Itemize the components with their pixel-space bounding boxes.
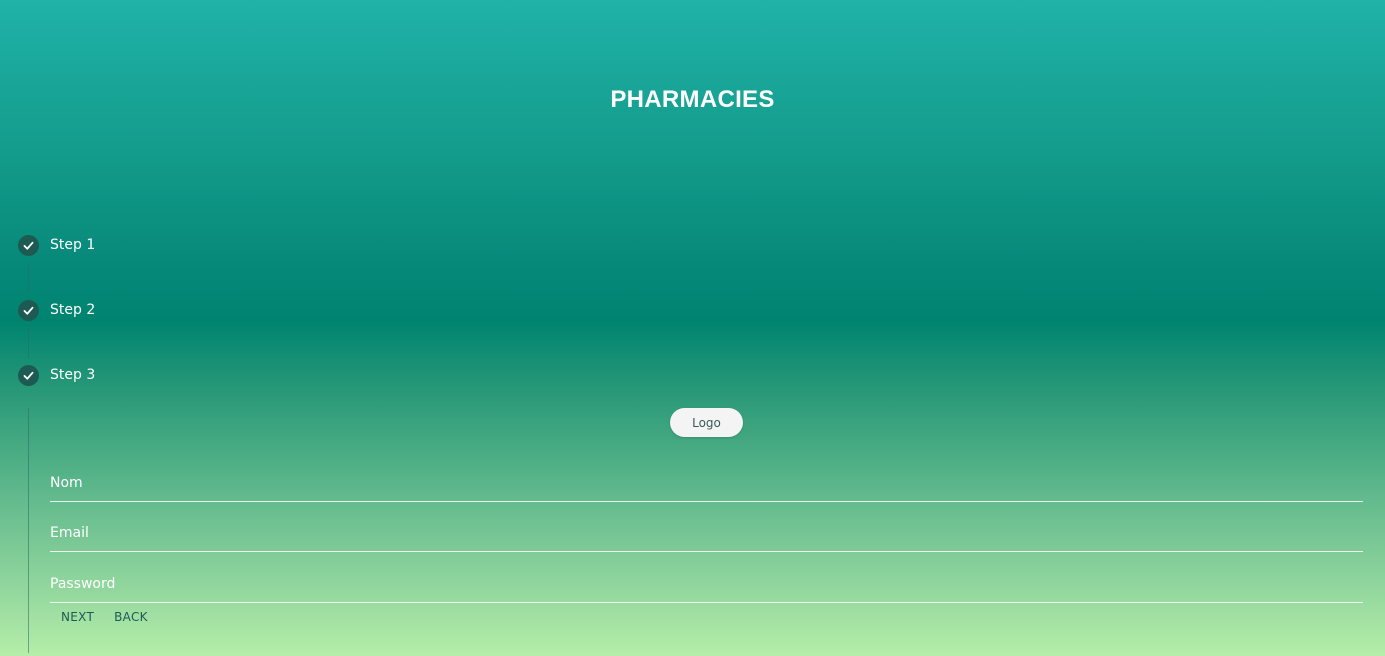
step-connector <box>28 328 29 358</box>
back-button[interactable]: BACK <box>105 606 157 628</box>
nom-input[interactable] <box>50 465 1367 503</box>
email-input[interactable] <box>50 515 1367 553</box>
step-actions: NEXT BACK <box>52 606 157 628</box>
step-3[interactable]: Step 3 <box>18 364 95 386</box>
step-content-line <box>28 408 29 653</box>
step-2[interactable]: Step 2 <box>18 299 95 321</box>
page-title: PHARMACIES <box>610 86 775 113</box>
check-icon <box>18 299 39 321</box>
step-1[interactable]: Step 1 <box>18 234 95 256</box>
next-button[interactable]: NEXT <box>52 606 103 628</box>
step-connector <box>28 263 29 293</box>
check-icon <box>18 234 39 256</box>
step-label: Step 1 <box>50 237 96 253</box>
password-input[interactable] <box>50 566 1367 604</box>
step-label: Step 2 <box>50 302 96 318</box>
step-label: Step 3 <box>50 367 96 383</box>
check-icon <box>18 364 39 386</box>
password-field[interactable]: Password <box>50 566 1367 604</box>
nom-field[interactable]: Nom <box>50 465 1367 503</box>
email-field[interactable]: Email <box>50 515 1367 553</box>
logo-upload-button[interactable]: Logo <box>670 408 743 437</box>
